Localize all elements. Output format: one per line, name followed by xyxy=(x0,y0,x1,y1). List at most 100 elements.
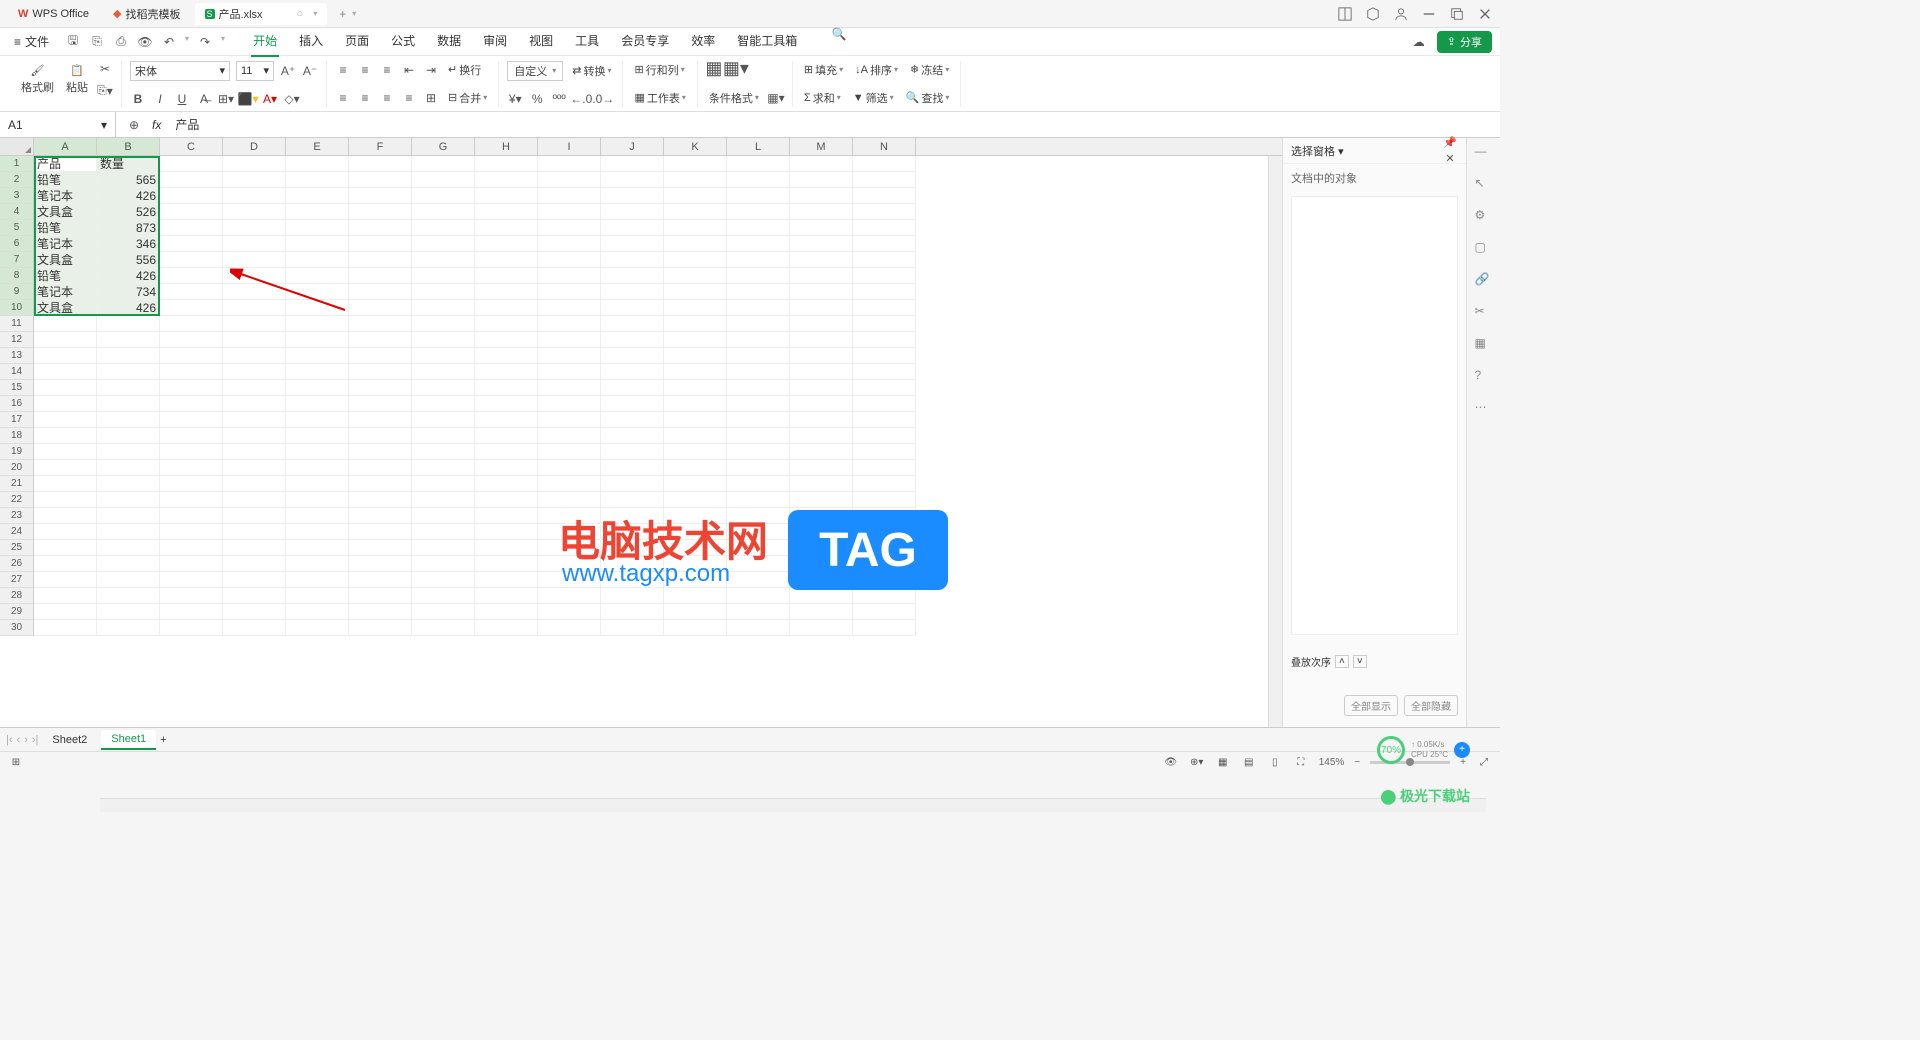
cell[interactable] xyxy=(790,428,853,444)
tools-icon[interactable]: ✂ xyxy=(1475,304,1493,322)
row-header[interactable]: 16 xyxy=(0,396,34,412)
column-header[interactable]: B xyxy=(97,138,160,155)
cell[interactable] xyxy=(853,284,916,300)
increase-font-icon[interactable]: A⁺ xyxy=(280,63,296,79)
cell[interactable] xyxy=(223,236,286,252)
cell[interactable] xyxy=(853,220,916,236)
thousands-icon[interactable]: ººº xyxy=(551,91,567,107)
column-header[interactable]: A xyxy=(34,138,97,155)
cell[interactable] xyxy=(349,444,412,460)
first-icon[interactable]: |‹ xyxy=(6,734,13,746)
cell[interactable] xyxy=(664,476,727,492)
cell[interactable] xyxy=(349,188,412,204)
row-header[interactable]: 21 xyxy=(0,476,34,492)
cell[interactable] xyxy=(853,316,916,332)
row-header[interactable]: 25 xyxy=(0,540,34,556)
cell[interactable] xyxy=(97,316,160,332)
cell[interactable] xyxy=(97,508,160,524)
cell[interactable] xyxy=(727,252,790,268)
chevron-down-icon[interactable]: ▾ xyxy=(185,34,189,50)
cell[interactable] xyxy=(97,428,160,444)
cell[interactable] xyxy=(412,332,475,348)
cell[interactable] xyxy=(160,316,223,332)
undo-icon[interactable]: ↶ xyxy=(161,34,177,50)
cell[interactable] xyxy=(160,524,223,540)
cell[interactable] xyxy=(601,492,664,508)
align-right-icon[interactable]: ≡ xyxy=(379,90,395,106)
cell[interactable] xyxy=(349,364,412,380)
cut-icon[interactable]: ✂ xyxy=(97,61,113,77)
cell[interactable] xyxy=(538,380,601,396)
cell[interactable] xyxy=(286,540,349,556)
cell[interactable] xyxy=(601,460,664,476)
cell[interactable] xyxy=(412,316,475,332)
cell[interactable] xyxy=(34,556,97,572)
cell[interactable] xyxy=(286,428,349,444)
cell[interactable]: 文具盒 xyxy=(34,204,97,220)
cell[interactable] xyxy=(664,204,727,220)
cell[interactable] xyxy=(97,380,160,396)
expand-icon[interactable]: ⤢ xyxy=(1476,755,1492,771)
cell[interactable] xyxy=(34,396,97,412)
cell[interactable] xyxy=(223,364,286,380)
cell[interactable] xyxy=(349,172,412,188)
cell[interactable] xyxy=(160,620,223,636)
cell[interactable] xyxy=(790,300,853,316)
tab-data[interactable]: 数据 xyxy=(435,26,463,57)
cell[interactable] xyxy=(349,620,412,636)
cell[interactable]: 426 xyxy=(97,268,160,284)
select-all-corner[interactable] xyxy=(0,138,34,155)
fx-icon[interactable]: fx xyxy=(152,118,161,132)
view-break-icon[interactable]: ▯ xyxy=(1267,755,1283,771)
cell[interactable] xyxy=(664,172,727,188)
cell[interactable] xyxy=(538,604,601,620)
cell[interactable] xyxy=(727,188,790,204)
cell[interactable] xyxy=(349,204,412,220)
cell[interactable] xyxy=(727,412,790,428)
italic-icon[interactable]: I xyxy=(152,91,168,107)
cell[interactable] xyxy=(601,300,664,316)
cell[interactable] xyxy=(160,556,223,572)
tab-view[interactable]: 视图 xyxy=(527,26,555,57)
cell[interactable] xyxy=(97,332,160,348)
tab-menu-icon[interactable]: ○ xyxy=(297,8,304,20)
chevron-down-icon[interactable]: ▾ xyxy=(1338,146,1344,158)
cell[interactable] xyxy=(34,572,97,588)
cell[interactable] xyxy=(790,188,853,204)
cell[interactable] xyxy=(727,284,790,300)
name-box[interactable]: A1 ▾ xyxy=(0,112,116,138)
cell[interactable]: 笔记本 xyxy=(34,284,97,300)
cell[interactable] xyxy=(160,428,223,444)
cloud-icon[interactable]: ☁ xyxy=(1411,34,1427,50)
cell[interactable] xyxy=(412,620,475,636)
cell[interactable] xyxy=(475,284,538,300)
cell[interactable] xyxy=(349,332,412,348)
cell[interactable] xyxy=(727,428,790,444)
cube-icon[interactable] xyxy=(1366,7,1380,21)
cell[interactable] xyxy=(538,268,601,284)
cell[interactable] xyxy=(223,492,286,508)
cell[interactable] xyxy=(34,604,97,620)
cell[interactable] xyxy=(412,268,475,284)
cell[interactable] xyxy=(790,588,853,604)
sort-button[interactable]: ↓A排序▾ xyxy=(852,61,901,79)
cell[interactable] xyxy=(349,236,412,252)
cell[interactable] xyxy=(664,492,727,508)
cell[interactable] xyxy=(664,300,727,316)
cell[interactable]: 铅笔 xyxy=(34,268,97,284)
row-header[interactable]: 7 xyxy=(0,252,34,268)
cell[interactable] xyxy=(412,492,475,508)
cell[interactable] xyxy=(412,524,475,540)
cell[interactable] xyxy=(475,252,538,268)
add-sheet-button[interactable]: + xyxy=(160,734,166,746)
cell[interactable] xyxy=(475,268,538,284)
column-header[interactable]: E xyxy=(286,138,349,155)
cell[interactable] xyxy=(727,380,790,396)
cell[interactable] xyxy=(601,604,664,620)
cell[interactable] xyxy=(412,300,475,316)
cell[interactable] xyxy=(853,460,916,476)
row-header[interactable]: 17 xyxy=(0,412,34,428)
cell[interactable] xyxy=(664,252,727,268)
last-icon[interactable]: ›| xyxy=(32,734,39,746)
cell[interactable] xyxy=(160,380,223,396)
